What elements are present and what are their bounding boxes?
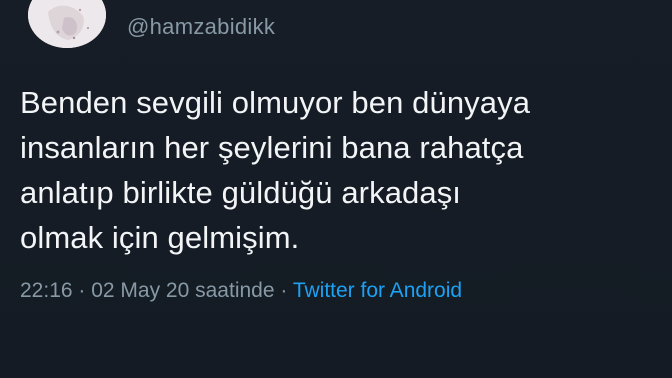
tweet-source-link[interactable]: Twitter for Android [293, 279, 462, 302]
tweet-card: @hamzabidikk Benden sevgili olmuyor ben … [0, 0, 672, 378]
avatar[interactable] [28, 0, 106, 48]
tweet-date[interactable]: 02 May 20 saatinde [91, 279, 274, 302]
user-handle[interactable]: @hamzabidikk [127, 14, 275, 40]
meta-separator: · [274, 279, 293, 302]
tweet-time[interactable]: 22:16 [20, 279, 73, 302]
tweet-text: Benden sevgili olmuyor ben dünyaya insan… [20, 80, 660, 260]
tweet-text-line: anlatıp birlikte güldüğü arkadaşı [20, 175, 462, 210]
tweet-meta: 22:16 · 02 May 20 saatinde · Twitter for… [20, 279, 462, 303]
meta-separator: · [72, 279, 92, 302]
avatar-image [28, 0, 106, 48]
tweet-text-line: insanların her şeylerini bana rahatça [20, 130, 524, 165]
tweet-text-line: olmak için gelmişim. [20, 220, 300, 255]
tweet-text-line: Benden sevgili olmuyor ben dünyaya [20, 85, 531, 120]
